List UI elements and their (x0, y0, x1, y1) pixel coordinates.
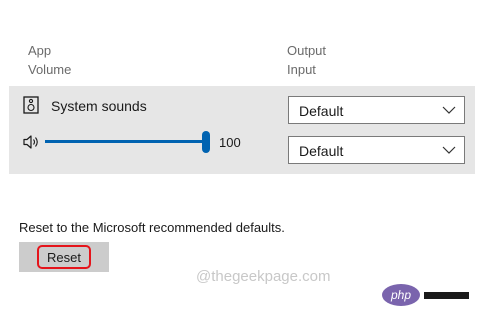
volume-icon[interactable] (23, 134, 41, 150)
output-device-dropdown[interactable]: Default (288, 96, 465, 124)
output-device-value: Default (299, 103, 344, 119)
volume-slider-thumb[interactable] (202, 131, 210, 153)
chevron-down-icon (442, 146, 456, 154)
app-name-label: System sounds (51, 98, 147, 114)
reset-description: Reset to the Microsoft recommended defau… (19, 220, 285, 235)
app-column-header: App (28, 43, 52, 58)
watermark-text: @thegeekpage.com (196, 268, 331, 285)
logo-bar (424, 292, 469, 299)
php-logo: php (382, 284, 420, 306)
input-device-dropdown[interactable]: Default (288, 136, 465, 164)
speaker-device-icon (23, 96, 39, 114)
app-volume-settings: App Volume Output Input System sounds 10… (0, 0, 478, 329)
volume-value: 100 (219, 135, 241, 150)
reset-button[interactable]: Reset (19, 242, 109, 272)
volume-slider-track[interactable] (45, 140, 205, 143)
volume-column-header: Volume (28, 62, 72, 77)
input-device-value: Default (299, 143, 344, 159)
output-column-header: Output (287, 43, 327, 58)
chevron-down-icon (442, 106, 456, 114)
input-column-header: Input (287, 62, 316, 77)
reset-button-label: Reset (47, 250, 81, 265)
